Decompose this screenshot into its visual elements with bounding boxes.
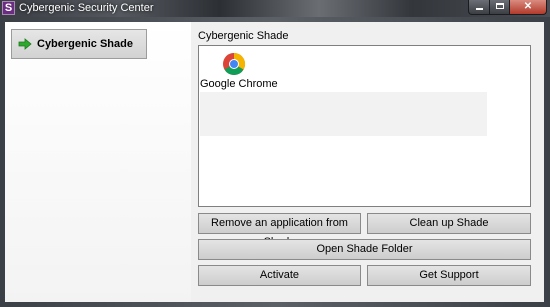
open-folder-button[interactable]: Open Shade Folder xyxy=(198,239,531,260)
get-support-button[interactable]: Get Support xyxy=(367,265,531,286)
minimize-icon xyxy=(475,8,483,10)
app-tile-label: Google Chrome xyxy=(200,78,278,90)
sidebar-item-cybergenic-shade[interactable]: Cybergenic Shade xyxy=(11,29,147,59)
close-icon: ✕ xyxy=(523,1,533,12)
minimize-button[interactable] xyxy=(468,0,490,15)
window-title: Cybergenic Security Center xyxy=(19,2,154,14)
activate-button[interactable]: Activate xyxy=(198,265,361,286)
sidebar-item-label: Cybergenic Shade xyxy=(37,38,133,50)
remove-app-button[interactable]: Remove an application from Shade xyxy=(198,213,361,248)
sidebar xyxy=(5,22,191,302)
close-button[interactable]: ✕ xyxy=(509,0,547,15)
section-title: Cybergenic Shade xyxy=(198,30,289,42)
chrome-icon xyxy=(222,53,245,76)
title-bar[interactable]: S Cybergenic Security Center ✕ xyxy=(0,0,550,17)
app-icon: S xyxy=(2,1,15,15)
app-tile-google-chrome[interactable]: Google Chrome xyxy=(200,47,278,92)
clean-up-button[interactable]: Clean up Shade xyxy=(367,213,531,234)
list-placeholder xyxy=(200,92,487,136)
shaded-apps-list[interactable]: Google Chrome xyxy=(198,45,531,207)
maximize-icon xyxy=(495,3,504,9)
green-arrow-icon xyxy=(18,38,32,50)
maximize-button[interactable] xyxy=(489,0,510,15)
